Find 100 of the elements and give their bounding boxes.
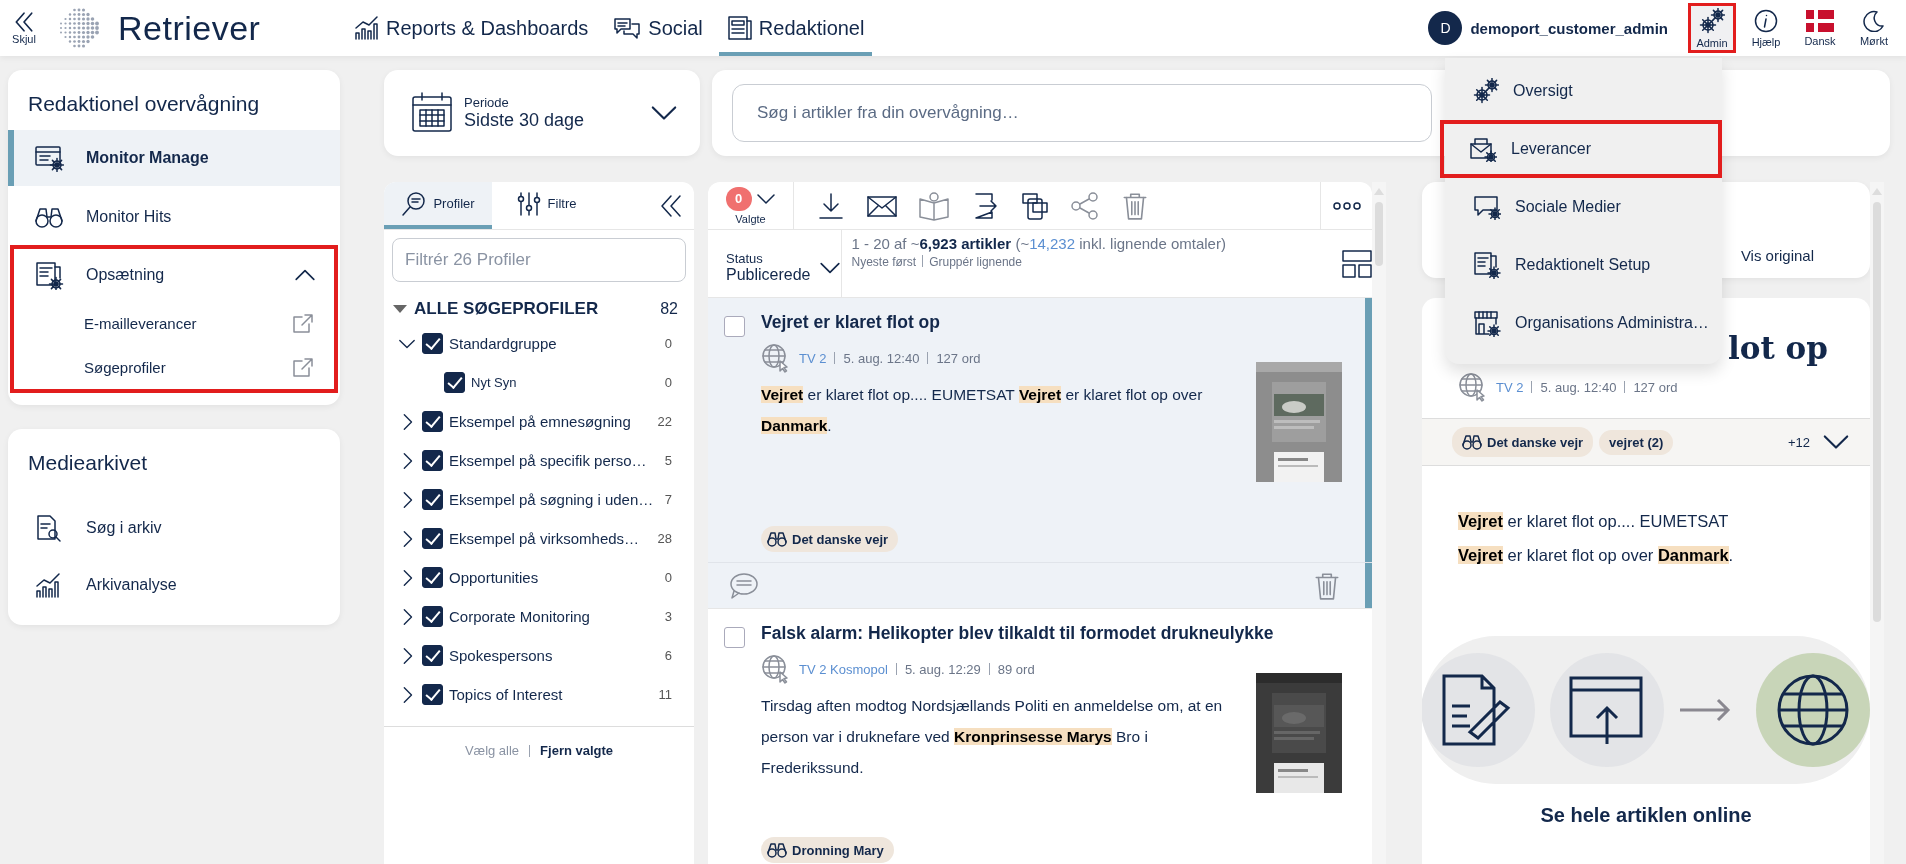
binoculars-icon — [767, 840, 787, 860]
result-summary: 1 - 20 af ~6,923 artikler (~14,232 inkl. lignende omtaler) — [851, 234, 1227, 253]
clear-selection-link[interactable]: Fjern valgte — [540, 743, 614, 758]
profile-name[interactable]: Eksempel på virksomheds… — [449, 530, 652, 547]
filter-field[interactable]: Filtrér 26 Profiler — [392, 238, 686, 282]
nav-tab[interactable]: Reports & Dashboards — [346, 0, 597, 56]
menu-item[interactable]: Organisations Administra… — [1445, 294, 1722, 352]
sidebar-subitem[interactable]: E-mailleverancer — [14, 301, 334, 345]
hit-count: 6 — [664, 648, 672, 663]
menu-item[interactable]: Leverancer — [1440, 120, 1722, 178]
chat-bubbles-icon — [612, 15, 643, 41]
logo-text: Retriever — [118, 8, 261, 48]
sidebar-subitem[interactable]: Søgeprofiler — [14, 345, 334, 389]
external-link-icon — [292, 312, 314, 334]
calendar-icon — [410, 91, 454, 135]
word-count: 127 ord — [936, 350, 981, 366]
monitor-tag[interactable]: Det danske vejr — [761, 526, 899, 552]
profile-name[interactable]: Eksempel på søgning i uden… — [449, 491, 659, 508]
sidebar-item[interactable]: Arkivanalyse — [8, 556, 340, 613]
user-avatar[interactable]: D — [1428, 11, 1463, 45]
checkbox[interactable] — [422, 489, 443, 510]
hit-count: 7 — [664, 492, 672, 507]
profile-name[interactable]: Opportunities — [449, 569, 659, 586]
profile-name[interactable]: Topics of Interest — [449, 686, 653, 703]
search-field[interactable]: Søg i artikler fra din overvågning… — [732, 84, 1432, 142]
binoculars-icon — [1462, 432, 1482, 452]
scrollbar-thumb[interactable] — [1873, 202, 1881, 622]
checkbox[interactable] — [444, 372, 465, 393]
checkbox[interactable] — [422, 567, 443, 588]
profile-name[interactable]: Eksempel på emnesøgning — [449, 413, 652, 430]
checkbox[interactable] — [422, 606, 443, 627]
scrollbar[interactable] — [1870, 182, 1884, 864]
toolbar-button[interactable]: Admin — [1688, 3, 1736, 53]
hit-count: 3 — [664, 609, 672, 624]
flag-icon — [1806, 9, 1834, 32]
sidebar-item[interactable]: Opsætning — [14, 249, 334, 301]
status-dropdown[interactable]: Status Publicerede — [708, 230, 842, 297]
checkbox[interactable] — [724, 316, 745, 337]
hit-count: 11 — [658, 687, 672, 702]
checkbox[interactable] — [422, 645, 443, 666]
article-title[interactable]: Falsk alarm: Helikopter blev tilkaldt til formodet drukneulykke — [761, 623, 1274, 644]
selected-count-badge: 0 — [725, 186, 752, 211]
sidebar-item[interactable]: Monitor Manage — [8, 130, 340, 186]
scrollbar[interactable] — [1372, 182, 1386, 864]
article-title[interactable]: Vejret er klaret flot op — [761, 312, 940, 333]
nav-tab[interactable]: Redaktionel — [718, 0, 873, 56]
menu-item[interactable]: Oversigt — [1445, 62, 1722, 120]
scrollbar-thumb[interactable] — [1375, 202, 1383, 266]
view-original-tab[interactable]: Vis original — [1740, 247, 1814, 264]
section-title: Mediearkivet — [27, 451, 149, 476]
hide-sidebar-button[interactable]: Skjul — [2, 11, 46, 45]
checkbox[interactable] — [422, 333, 443, 354]
menu-item[interactable]: Sociale Medier — [1445, 178, 1722, 236]
user-name[interactable]: demoport_customer_admin — [1470, 19, 1668, 37]
double-chevron-icon — [658, 192, 684, 219]
binoculars-icon — [767, 529, 787, 549]
collapse-panel-button[interactable] — [658, 192, 684, 219]
panel-tab[interactable]: Filtre — [492, 182, 600, 229]
checkbox[interactable] — [422, 411, 443, 432]
monitor-tag[interactable]: Det danske vejr — [1452, 427, 1594, 457]
article-heading: lot op — [1728, 330, 1828, 366]
article-card[interactable]: Vejret er klaret flot op TV 2 5. aug. 12:40 127 ord Vejret er klaret flot op.... EUMETSAT Vejret er klaret flot op over Danmark. Det danske vejr — [708, 298, 1372, 609]
checkbox[interactable] — [724, 627, 745, 648]
selected-label: Valgte — [735, 212, 766, 225]
toolbar-button[interactable]: Dansk — [1796, 3, 1844, 53]
more-tags-button[interactable]: +12 — [1787, 428, 1850, 456]
period-selector[interactable]: Periode Sidste 30 dage — [384, 70, 700, 156]
checkbox[interactable] — [422, 450, 443, 471]
article-excerpt: Vejret er klaret flot op.... EUMETSAT Vejret er klaret flot op over Danmark. — [761, 385, 1204, 436]
profile-name[interactable]: Standardgruppe — [449, 335, 659, 352]
moon-icon — [1863, 9, 1885, 32]
toolbar-button[interactable]: Hjælp — [1742, 3, 1790, 53]
panel-tab[interactable]: Profiler — [384, 182, 492, 229]
group-link[interactable]: Gruppér lignende — [929, 255, 1022, 269]
article-date: 5. aug. 12:40 — [1540, 379, 1617, 395]
keyword-tag[interactable]: vejret (2) — [1599, 429, 1674, 455]
sidebar-item[interactable]: Monitor Hits — [8, 188, 340, 245]
profile-name[interactable]: Spokespersons — [449, 647, 659, 664]
monitor-tag[interactable]: Dronning Mary — [761, 837, 894, 863]
sidebar-item[interactable]: Søg i arkiv — [8, 499, 340, 556]
tree-root-label[interactable]: ALLE SØGEPROFILER — [414, 299, 655, 319]
read-online-heading[interactable]: Se hele artiklen online — [1422, 804, 1870, 827]
more-icon — [1332, 200, 1361, 211]
sort-link[interactable]: Nyeste først — [851, 255, 917, 269]
toolbar-button[interactable]: Mørkt — [1850, 3, 1898, 53]
profile-name[interactable]: Nyt Syn — [471, 375, 659, 390]
article-text: Vejret er klaret flot op.... EUMETSAT Vejret er klaret flot op over Danmark. — [1457, 511, 1735, 566]
article-excerpt: Tirsdag aften modtog Nordsjællands Politi en anmeldelse om, at en person var i druknefare ved Kronprinsesse Marys Bro i Frederikssund. — [761, 696, 1223, 778]
menu-item[interactable]: Redaktionelt Setup — [1445, 236, 1722, 294]
article-date: 5. aug. 12:29 — [904, 661, 981, 677]
hit-count: 82 — [660, 300, 678, 318]
nav-tab[interactable]: Social — [604, 0, 711, 56]
document-search-icon — [34, 512, 64, 543]
profile-name[interactable]: Corporate Monitoring — [449, 608, 659, 625]
envelope-settings-icon — [1469, 136, 1497, 162]
checkbox[interactable] — [422, 684, 443, 705]
external-link-icon — [292, 356, 314, 378]
chat-settings-icon — [1473, 194, 1501, 220]
checkbox[interactable] — [422, 528, 443, 549]
profile-name[interactable]: Eksempel på specifik perso… — [449, 452, 659, 469]
